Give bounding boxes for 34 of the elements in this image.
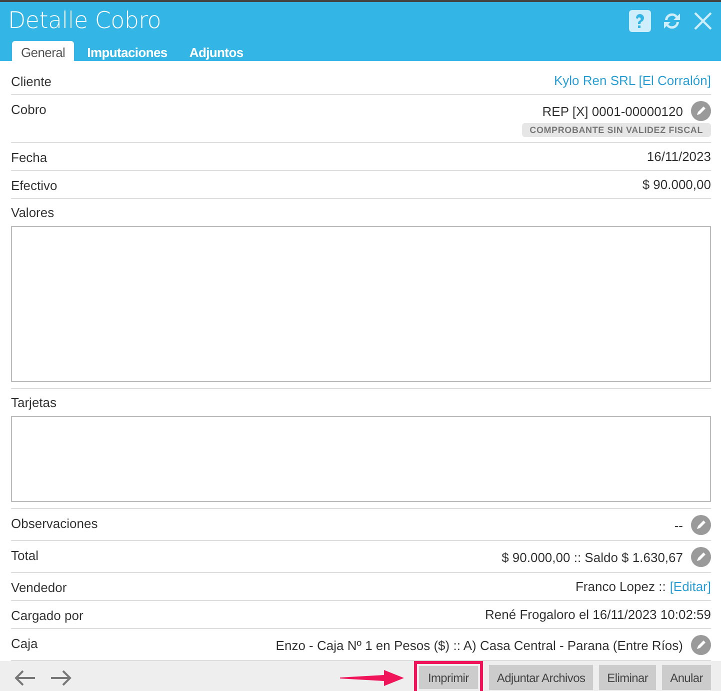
field-label: Caja xyxy=(11,635,38,651)
field-label: Vendedor xyxy=(11,579,67,595)
edit-icon[interactable] xyxy=(691,101,711,121)
field-value: -- xyxy=(674,518,683,532)
back-arrow-icon[interactable] xyxy=(14,668,36,686)
field-label: Tarjetas xyxy=(11,394,57,410)
edit-icon[interactable] xyxy=(691,547,711,567)
field-value: Franco Lopez :: xyxy=(575,579,666,594)
forward-arrow-icon[interactable] xyxy=(50,668,72,686)
edit-icon[interactable] xyxy=(691,515,711,535)
close-icon[interactable] xyxy=(693,11,713,31)
field-label: Cargado por xyxy=(11,607,84,623)
field-value: $ 90.000,00 :: Saldo $ 1.630,67 xyxy=(502,550,683,564)
field-label: Cobro xyxy=(11,101,46,117)
action-button[interactable]: Imprimir xyxy=(414,661,483,691)
field-label: Valores xyxy=(11,204,54,220)
field-label: Observaciones xyxy=(11,515,98,531)
status-badge: COMPROBANTE SIN VALIDEZ FISCAL xyxy=(522,123,711,137)
field-value: REP [X] 0001-00000120 xyxy=(542,104,683,118)
field-value: Enzo - Caja Nº 1 en Pesos ($) :: A) Casa Central - Parana (Entre Ríos) xyxy=(276,638,683,652)
action-button[interactable]: Eliminar xyxy=(599,665,656,690)
window-title: Detalle Cobro xyxy=(8,8,162,34)
field-label: Cliente xyxy=(11,73,52,89)
field-value: René Frogaloro el 16/11/2023 10:02:59 xyxy=(485,607,711,622)
action-button[interactable]: Adjuntar Archivos xyxy=(488,665,594,690)
edit-icon[interactable] xyxy=(691,635,711,655)
field-label: Efectivo xyxy=(11,177,58,193)
pointer-arrow xyxy=(340,668,404,688)
help-icon[interactable] xyxy=(629,10,651,32)
field-label: Fecha xyxy=(11,149,48,165)
action-button[interactable]: Anular xyxy=(662,665,711,690)
field-value: 16/11/2023 xyxy=(646,149,711,164)
field-value: $ 90.000,00 xyxy=(642,177,711,192)
field-label: Total xyxy=(11,547,38,563)
